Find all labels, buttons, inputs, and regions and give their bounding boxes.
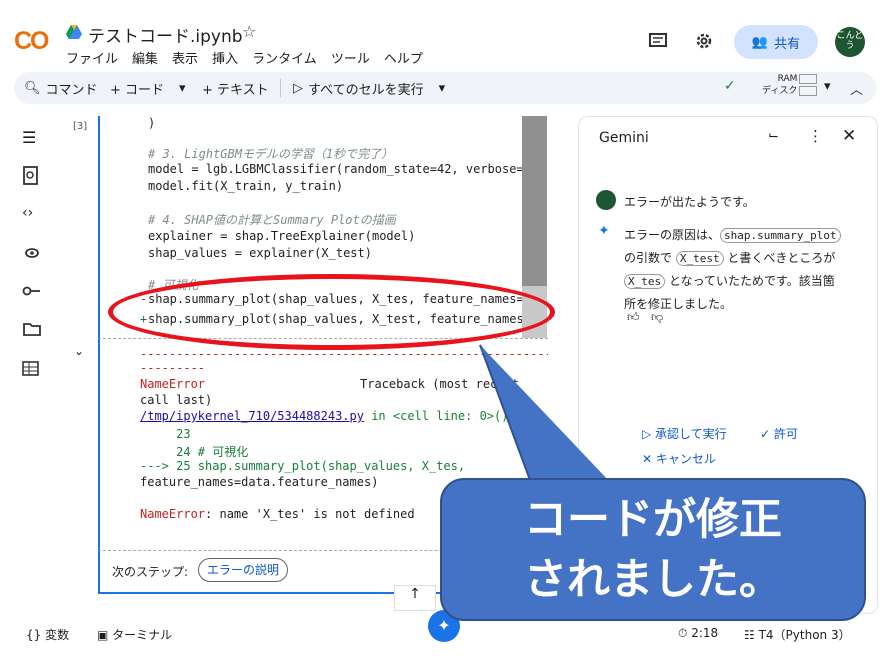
toc-icon[interactable]: ☰	[22, 128, 36, 147]
chevron-up-icon[interactable]: ︿	[850, 79, 863, 98]
chevron-down-icon[interactable]: ▾	[439, 81, 446, 96]
file-link[interactable]: /tmp/ipykernel_710/534488243.py	[140, 409, 364, 423]
callout-line: コードが修正	[524, 495, 782, 545]
inline-code: shap.summary_plot	[720, 228, 841, 243]
star-icon[interactable]: ☆	[242, 22, 256, 41]
inline-code: X_tes	[624, 274, 666, 289]
code-line: model = lgb.LGBMClassifier(random_state=…	[148, 162, 545, 176]
cancel-button[interactable]: ✕ キャンセル	[642, 450, 716, 467]
avatar[interactable]: こんどう	[835, 27, 865, 57]
terminal-button[interactable]: ▣ ターミナル	[97, 626, 172, 643]
highlight-oval	[108, 274, 555, 350]
add-text-button[interactable]: + テキスト	[202, 79, 269, 98]
code-line: # 4. SHAP値の計算とSummary Plotの描画	[148, 213, 396, 227]
play-icon: ▷	[293, 81, 303, 96]
runtime-type[interactable]: ☷ T4（Python 3）	[744, 626, 851, 643]
next-steps-label: 次のステップ:	[112, 565, 189, 579]
menu-tools[interactable]: ツール	[331, 48, 370, 67]
output-rule: ---------	[140, 361, 206, 375]
check-icon: ✓	[760, 427, 774, 441]
menu-view[interactable]: 表示	[172, 48, 198, 67]
menu-edit[interactable]: 編集	[132, 48, 158, 67]
scroll-up-icon[interactable]: ↑	[394, 585, 436, 611]
explain-error-button[interactable]: エラーの説明	[198, 558, 289, 582]
add-code-button[interactable]: + コード ▾	[110, 79, 186, 98]
inline-code: X_test	[675, 251, 724, 266]
menu-bar: ファイル 編集 表示 挿入 ランタイム ツール ヘルプ	[66, 48, 437, 67]
traceback-line: 23	[140, 427, 191, 441]
folder-icon[interactable]	[22, 321, 42, 337]
menu-insert[interactable]: 挿入	[212, 48, 238, 67]
command-button[interactable]: 🔍︎ コマンド	[24, 79, 98, 98]
secrets-icon[interactable]	[22, 244, 42, 262]
comment-icon[interactable]	[648, 32, 668, 50]
callout-pointer	[479, 344, 620, 482]
close-icon: ✕	[642, 452, 656, 466]
server-icon: ☷	[744, 628, 755, 642]
menu-file[interactable]: ファイル	[66, 48, 118, 67]
close-icon[interactable]: ✕	[842, 126, 856, 146]
menu-runtime[interactable]: ランタイム	[252, 48, 317, 67]
play-icon: ▷	[642, 427, 656, 441]
execution-count: [3]	[73, 121, 88, 132]
error-name: NameError	[140, 377, 206, 391]
code-line: # 3. LightGBMモデルの学習（1秒で完了）	[148, 147, 394, 161]
menu-help[interactable]: ヘルプ	[384, 48, 423, 67]
chevron-down-icon[interactable]: ▾	[179, 81, 186, 96]
more-icon[interactable]: ⋮	[808, 127, 823, 145]
traceback-label: call last)	[140, 393, 213, 407]
traceback-line: feature_names=data.feature_names)	[140, 475, 379, 489]
resource-monitor[interactable]: RAM ディスク	[762, 73, 818, 97]
chevron-down-icon[interactable]: ▾	[824, 79, 831, 94]
gear-icon[interactable]	[694, 31, 714, 51]
code-icon[interactable]: ‹›	[22, 205, 33, 221]
variables-button[interactable]: {} 変数	[26, 626, 69, 643]
clock-icon: ⏱	[678, 626, 688, 640]
approve-run-button[interactable]: ▷ 承認して実行	[642, 425, 727, 442]
run-all-button[interactable]: ▷ すべてのセルを実行 ▾	[293, 79, 445, 98]
collapse-chevron-icon[interactable]: ⌄	[74, 344, 84, 358]
code-line: )	[148, 116, 156, 130]
divider	[280, 79, 281, 97]
scrollbar-thumb[interactable]	[522, 116, 547, 286]
user-avatar	[596, 190, 616, 210]
callout-box: コードが修正 されました。	[440, 478, 866, 621]
terminal-icon: ▣	[97, 628, 109, 642]
notebook-title[interactable]: テストコード.ipynb	[88, 22, 243, 47]
braces-icon: {}	[26, 628, 42, 642]
search-icon: 🔍︎	[24, 81, 41, 96]
thumbs-up-icon[interactable]: 👍︎	[627, 310, 640, 325]
gemini-reply: エラーの原因は、 shap.summary_plot の引数で X_test と書…	[624, 224, 854, 315]
minimize-icon[interactable]: ⌙	[768, 128, 779, 143]
thumbs-down-icon[interactable]: 👎︎	[651, 310, 663, 325]
find-icon[interactable]	[22, 166, 40, 186]
traceback-line: ---> 25 shap.summary_plot(shap_values, X…	[140, 459, 466, 473]
error-name: NameError	[140, 507, 206, 521]
check-icon: ✓	[724, 78, 736, 94]
people-icon: 👥	[751, 34, 769, 50]
traceback-line: 24 # 可視化	[140, 445, 249, 459]
key-icon[interactable]	[22, 285, 42, 297]
callout-line: されました。	[524, 555, 782, 605]
code-line: shap_values = explainer(X_test)	[148, 246, 372, 260]
drive-icon	[66, 25, 82, 39]
allow-button[interactable]: ✓ 許可	[760, 425, 798, 442]
table-icon[interactable]	[22, 361, 40, 377]
error-message: : name 'X_tes' is not defined	[205, 507, 415, 521]
gemini-spark-icon: ✦	[598, 223, 610, 239]
code-line: explainer = shap.TreeExplainer(model)	[148, 229, 416, 243]
colab-logo[interactable]: CO	[14, 27, 49, 56]
share-button[interactable]: 👥 共有	[734, 25, 818, 59]
runtime-timer[interactable]: ⏱ 2:18	[678, 626, 718, 641]
user-message: エラーが出たようです。	[624, 195, 755, 209]
gemini-title: Gemini	[599, 130, 649, 146]
code-line: model.fit(X_train, y_train)	[148, 179, 344, 193]
